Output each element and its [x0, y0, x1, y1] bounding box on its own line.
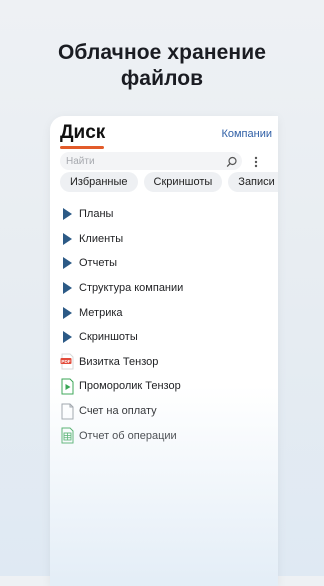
video-file-icon — [58, 377, 76, 395]
file-label: Метрика — [79, 306, 123, 319]
file-list: Планы Клиенты Отчеты Структура компании … — [58, 202, 278, 448]
app-header: Диск Компании — [50, 116, 278, 152]
folder-icon — [58, 279, 76, 297]
list-item[interactable]: PDF Визитка Тензор — [58, 350, 278, 375]
pdf-file-icon: PDF — [58, 353, 76, 371]
folder-icon — [58, 205, 76, 223]
list-item[interactable]: Проморолик Тензор — [58, 374, 278, 399]
list-item[interactable]: Клиенты — [58, 227, 278, 252]
title-underline — [60, 146, 104, 149]
file-label: Проморолик Тензор — [79, 380, 181, 393]
promo-title-line-2: файлов — [120, 67, 204, 90]
file-label: Скриншоты — [79, 331, 138, 344]
companies-link[interactable]: Компании — [221, 128, 272, 140]
folder-icon — [58, 230, 76, 248]
promo-title: Облачное хранение файлов — [0, 40, 324, 92]
folder-icon — [58, 328, 76, 346]
list-item[interactable]: Структура компании — [58, 276, 278, 301]
pdf-badge: PDF — [61, 359, 70, 364]
search-box[interactable] — [60, 152, 242, 170]
file-label: Отчет об операции — [79, 429, 177, 442]
list-item[interactable]: Счет на оплату — [58, 399, 278, 424]
spreadsheet-file-icon — [58, 427, 76, 445]
file-label: Визитка Тензор — [79, 355, 159, 368]
promo-title-line-1: Облачное хранение — [57, 41, 267, 64]
document-file-icon — [58, 402, 76, 420]
list-item[interactable]: Отчеты — [58, 251, 278, 276]
file-label: Отчеты — [79, 257, 118, 270]
file-label: Клиенты — [79, 232, 124, 245]
list-item[interactable]: Метрика — [58, 300, 278, 325]
file-label: Планы — [79, 208, 114, 221]
chip-favorites[interactable]: Избранные — [60, 172, 138, 192]
search-input[interactable] — [66, 153, 216, 169]
chip-screenshots[interactable]: Скриншоты — [143, 172, 223, 192]
list-item[interactable]: Скриншоты — [58, 325, 278, 350]
list-item[interactable]: Отчет об операции — [58, 423, 278, 448]
folder-icon — [58, 304, 76, 322]
filter-chips: Избранные Скриншоты Записи в — [60, 172, 278, 192]
file-label: Счет на оплату — [79, 405, 157, 418]
page-title: Диск — [60, 122, 106, 143]
file-label: Структура компании — [79, 282, 184, 295]
search-icon[interactable] — [226, 155, 238, 167]
more-options-icon[interactable] — [253, 155, 259, 169]
search-row — [50, 152, 278, 174]
list-item[interactable]: Планы — [58, 202, 278, 227]
chip-recordings[interactable]: Записи в — [228, 172, 278, 192]
phone-screen: Диск Компании Избранные Скриншоты Записи… — [50, 116, 278, 586]
folder-icon — [58, 254, 76, 272]
